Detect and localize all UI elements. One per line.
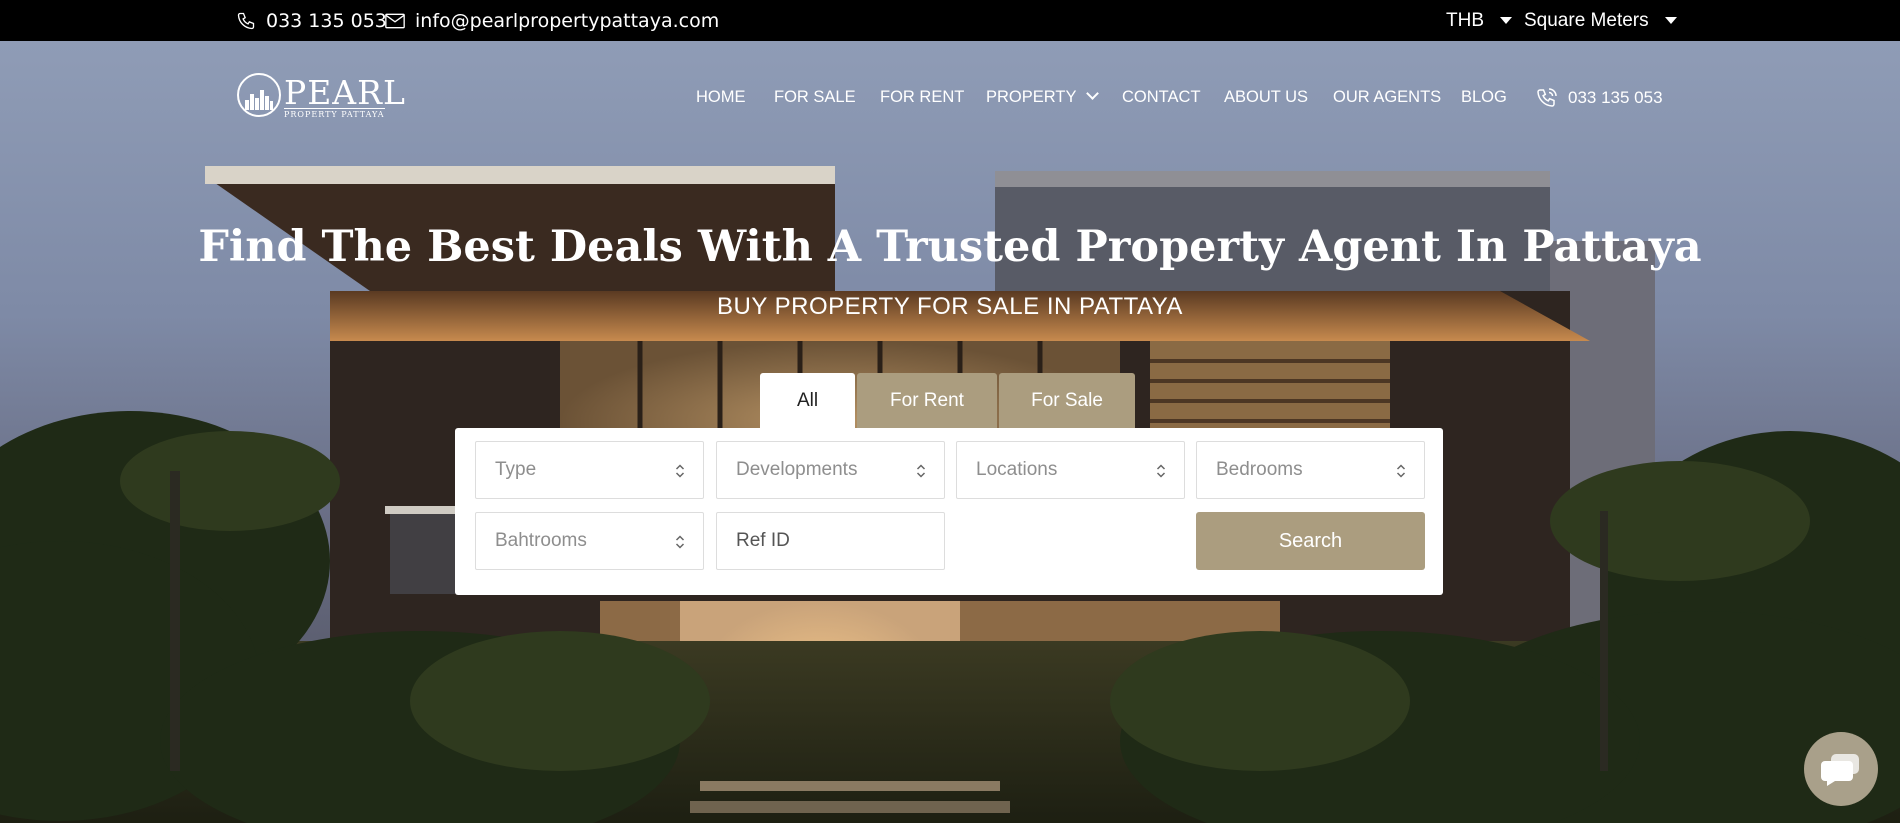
topbar-phone-link[interactable]: 033 135 053 xyxy=(236,0,387,41)
hero-headline: Find The Best Deals With A Trusted Prope… xyxy=(198,222,1702,272)
chat-bubble-icon xyxy=(1821,754,1859,786)
nav-property-label: PROPERTY xyxy=(986,88,1077,106)
tab-all[interactable]: All xyxy=(760,373,855,429)
updown-arrows-icon xyxy=(1156,464,1166,478)
currency-dropdown[interactable]: THB xyxy=(1446,0,1512,41)
bedrooms-select[interactable]: Bedrooms xyxy=(1196,441,1425,499)
hero-section: PEARL PROPERTY PATTAYA HOME FOR SALE FOR… xyxy=(0,41,1900,823)
site-logo[interactable]: PEARL PROPERTY PATTAYA xyxy=(236,72,405,120)
search-button[interactable]: Search xyxy=(1196,512,1425,570)
developments-select-value: Developments xyxy=(736,459,858,480)
nav-for-rent[interactable]: FOR RENT xyxy=(880,88,964,107)
search-panel: Type Developments Locations Bedrooms Bah… xyxy=(455,428,1443,595)
tab-for-sale[interactable]: For Sale xyxy=(999,373,1135,429)
nav-contact[interactable]: CONTACT xyxy=(1122,88,1201,107)
phone-icon xyxy=(237,12,255,29)
nav-home[interactable]: HOME xyxy=(696,88,746,107)
locations-select[interactable]: Locations xyxy=(956,441,1185,499)
bathrooms-select[interactable]: Bahtrooms xyxy=(475,512,704,570)
nav-about-us[interactable]: ABOUT US xyxy=(1224,88,1308,107)
updown-arrows-icon xyxy=(675,464,685,478)
updown-arrows-icon xyxy=(1396,464,1406,478)
developments-select[interactable]: Developments xyxy=(716,441,945,499)
logo-wordmark: PEARL xyxy=(284,73,406,112)
tab-for-rent[interactable]: For Rent xyxy=(857,373,997,429)
topbar-phone-text: 033 135 053 xyxy=(266,9,387,32)
chat-widget-button[interactable] xyxy=(1804,732,1878,806)
pearl-logo-icon xyxy=(237,73,281,117)
locations-select-value: Locations xyxy=(976,459,1058,480)
bedrooms-select-value: Bedrooms xyxy=(1216,459,1303,480)
caret-down-icon xyxy=(1500,17,1512,24)
caret-down-icon xyxy=(1664,17,1677,24)
hero-subheadline: BUY PROPERTY FOR SALE IN PATTAYA xyxy=(717,293,1183,320)
topbar-email-text: info@pearlpropertypattaya.com xyxy=(415,9,720,32)
nav-our-agents[interactable]: OUR AGENTS xyxy=(1333,88,1441,107)
area-unit-dropdown[interactable]: Square Meters xyxy=(1524,0,1677,41)
ref-id-field[interactable] xyxy=(716,512,945,570)
type-select-value: Type xyxy=(495,459,537,480)
nav-for-sale[interactable]: FOR SALE xyxy=(774,88,856,107)
currency-value: THB xyxy=(1446,9,1484,31)
nav-property[interactable]: PROPERTY xyxy=(986,87,1100,107)
updown-arrows-icon xyxy=(675,535,685,549)
logo-subtitle: PROPERTY PATTAYA xyxy=(284,108,385,119)
topbar-email-link[interactable]: info@pearlpropertypattaya.com xyxy=(385,0,719,41)
ref-id-input[interactable] xyxy=(736,530,944,552)
nav-phone-text: 033 135 053 xyxy=(1568,88,1663,107)
envelope-icon xyxy=(385,13,405,28)
nav-blog[interactable]: BLOG xyxy=(1461,88,1507,107)
updown-arrows-icon xyxy=(916,464,926,478)
phone-ringing-icon xyxy=(1537,88,1557,107)
area-unit-value: Square Meters xyxy=(1524,9,1649,31)
chevron-down-icon xyxy=(1086,87,1100,100)
nav-phone-link[interactable]: 033 135 053 xyxy=(1535,86,1663,110)
type-select[interactable]: Type xyxy=(475,441,704,499)
bathrooms-select-value: Bahtrooms xyxy=(495,530,587,551)
top-bar: 033 135 053 info@pearlpropertypattaya.co… xyxy=(0,0,1900,41)
